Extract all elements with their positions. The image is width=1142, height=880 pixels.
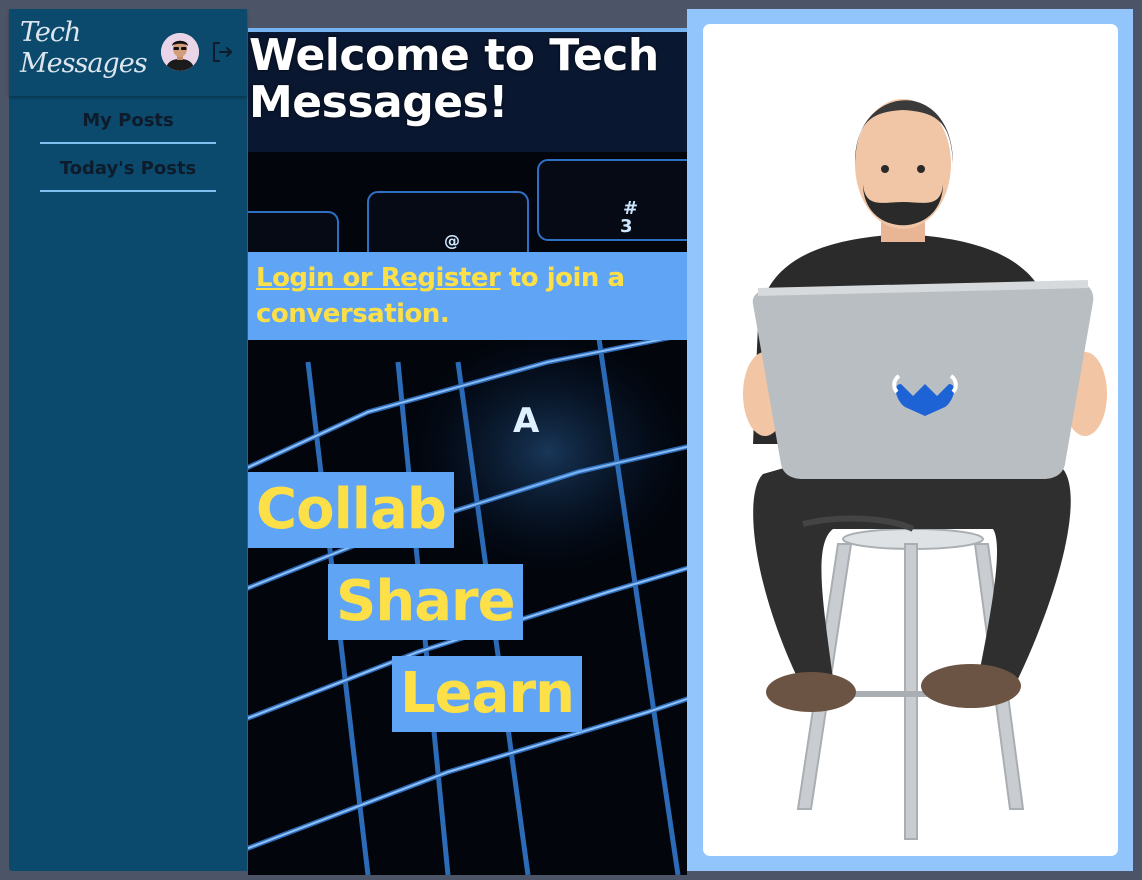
login-register-link[interactable]: Login or Register <box>256 263 501 293</box>
developer-illustration <box>743 99 1107 840</box>
logo-line-1: Tech <box>20 17 81 48</box>
illustration-card <box>703 24 1118 856</box>
svg-text:@: @ <box>444 231 460 250</box>
title-line-2: Messages! <box>249 77 508 128</box>
tag-learn: Learn <box>392 656 582 732</box>
nav-todays-posts[interactable]: Today's Posts <box>40 144 216 192</box>
join-banner: Login or Register to join a conversation… <box>248 252 687 340</box>
page-title: Welcome to Tech Messages! <box>249 32 659 126</box>
app-logo[interactable]: Tech Messages <box>20 17 148 79</box>
logout-icon[interactable] <box>209 39 235 65</box>
svg-text:3: 3 <box>620 216 633 237</box>
tag-share: Share <box>328 564 523 640</box>
logo-line-2: Messages <box>20 48 148 79</box>
avatar[interactable] <box>161 33 199 71</box>
hero-section: @ # 3 A Welcome to Tech Messages! Login … <box>248 28 687 875</box>
sidebar: Tech Messages My Posts Today's Posts <box>9 9 247 871</box>
illustration-panel <box>687 9 1133 871</box>
title-line-1: Welcome to Tech <box>249 30 659 81</box>
nav-my-posts[interactable]: My Posts <box>40 96 216 144</box>
tag-collab: Collab <box>248 472 454 548</box>
keyboard-background-image: @ # 3 A <box>248 32 687 875</box>
svg-text:A: A <box>513 401 540 441</box>
sidebar-header: Tech Messages <box>9 9 247 96</box>
